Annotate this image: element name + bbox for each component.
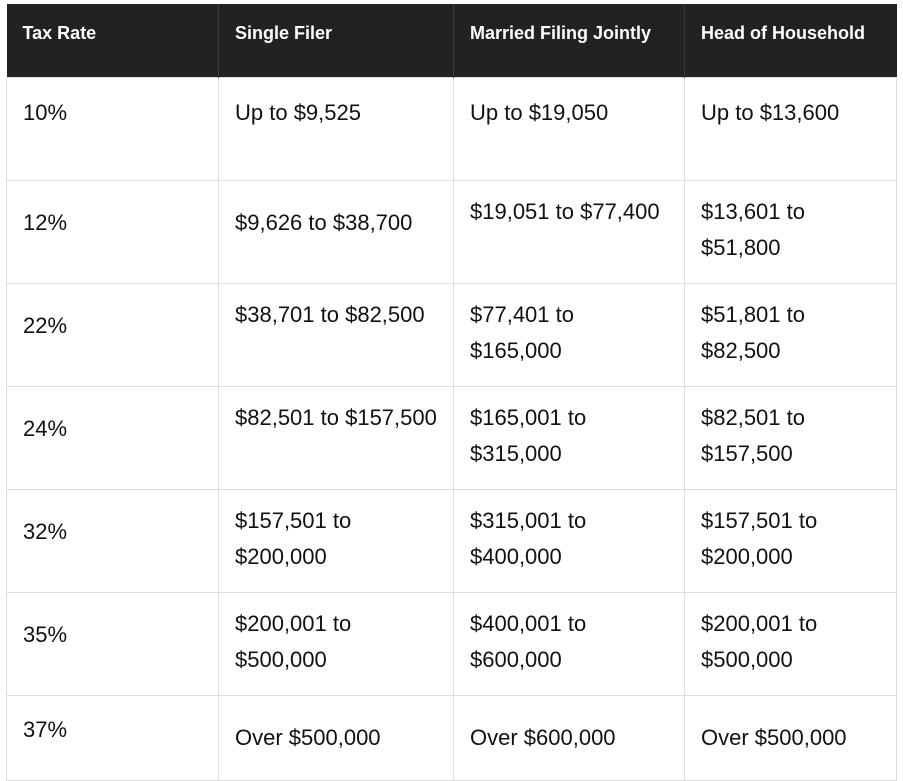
cell-head-of-household: $82,501 to $157,500 — [684, 385, 897, 490]
cell-single-filer: Up to $9,525 — [218, 76, 454, 181]
cell-head-of-household: $157,501 to $200,000 — [684, 488, 897, 593]
header-married-filing-jointly: Married Filing Jointly — [453, 4, 685, 77]
table-row: 12% $9,626 to $38,700 $19,051 to $77,400… — [6, 179, 897, 284]
cell-single-filer: $157,501 to $200,000 — [218, 488, 454, 593]
table-row: 35% $200,001 to $500,000 $400,001 to $60… — [6, 591, 897, 696]
cell-head-of-household: $51,801 to $82,500 — [684, 282, 897, 387]
cell-married-filing-jointly: $315,001 to $400,000 — [453, 488, 685, 593]
header-head-of-household: Head of Household — [684, 4, 897, 77]
table-row: 22% $38,701 to $82,500 $77,401 to $165,0… — [6, 282, 897, 387]
cell-tax-rate: 12% — [6, 179, 219, 284]
cell-married-filing-jointly: $165,001 to $315,000 — [453, 385, 685, 490]
cell-tax-rate: 24% — [6, 385, 219, 490]
cell-single-filer: Over $500,000 — [218, 694, 454, 781]
cell-tax-rate: 10% — [6, 76, 219, 181]
cell-married-filing-jointly: $19,051 to $77,400 — [453, 179, 685, 284]
cell-tax-rate: 32% — [6, 488, 219, 593]
cell-single-filer: $82,501 to $157,500 — [218, 385, 454, 490]
header-single-filer: Single Filer — [218, 4, 454, 77]
table-row: 24% $82,501 to $157,500 $165,001 to $315… — [6, 385, 897, 490]
cell-single-filer: $38,701 to $82,500 — [218, 282, 454, 387]
cell-tax-rate: 22% — [6, 282, 219, 387]
header-row: Tax Rate Single Filer Married Filing Joi… — [6, 4, 897, 77]
table-row: 37% Over $500,000 Over $600,000 Over $50… — [6, 694, 897, 781]
cell-single-filer: $9,626 to $38,700 — [218, 179, 454, 284]
cell-married-filing-jointly: $77,401 to $165,000 — [453, 282, 685, 387]
cell-head-of-household: Over $500,000 — [684, 694, 897, 781]
table-row: 10% Up to $9,525 Up to $19,050 Up to $13… — [6, 76, 897, 181]
header-tax-rate: Tax Rate — [6, 4, 219, 77]
cell-married-filing-jointly: $400,001 to $600,000 — [453, 591, 685, 696]
table-header: Tax Rate Single Filer Married Filing Joi… — [6, 4, 897, 77]
table-body: 10% Up to $9,525 Up to $19,050 Up to $13… — [6, 76, 897, 781]
cell-head-of-household: $13,601 to $51,800 — [684, 179, 897, 284]
cell-head-of-household: $200,001 to $500,000 — [684, 591, 897, 696]
tax-bracket-table: Tax Rate Single Filer Married Filing Joi… — [6, 4, 897, 781]
cell-single-filer: $200,001 to $500,000 — [218, 591, 454, 696]
table-row: 32% $157,501 to $200,000 $315,001 to $40… — [6, 488, 897, 593]
cell-married-filing-jointly: Up to $19,050 — [453, 76, 685, 181]
cell-head-of-household: Up to $13,600 — [684, 76, 897, 181]
cell-married-filing-jointly: Over $600,000 — [453, 694, 685, 781]
cell-tax-rate: 37% — [6, 694, 219, 781]
cell-tax-rate: 35% — [6, 591, 219, 696]
